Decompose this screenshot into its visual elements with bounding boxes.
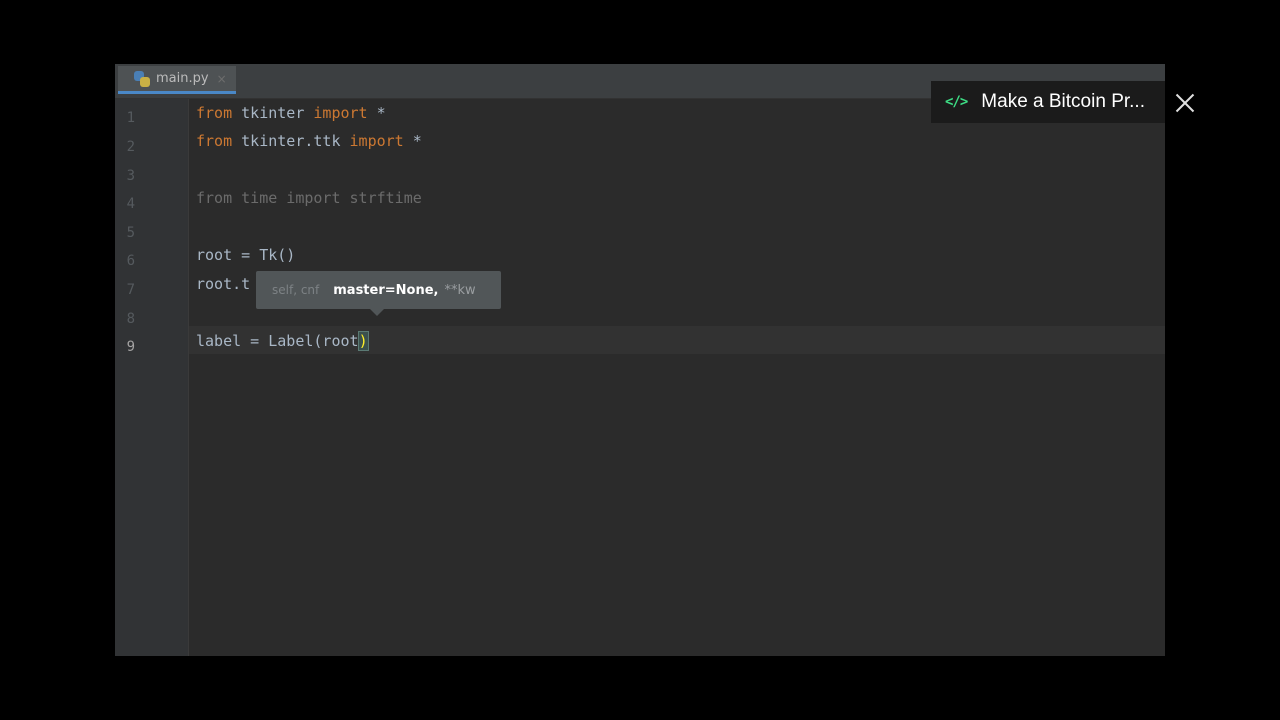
tooltip-param-dim: self, cnf (272, 283, 320, 297)
line-number: 1 (126, 110, 135, 126)
code-line-1[interactable]: from tkinter import * (196, 103, 386, 123)
tooltip-param-current: master=None, (333, 282, 439, 298)
ide-window: main.py × 1 2 3 4 5 6 7 8 9 from tkinter… (115, 64, 1165, 656)
tab-label: main.py (156, 71, 209, 86)
line-number: 6 (126, 253, 135, 269)
keyword: import (349, 132, 404, 150)
video-title-overlay[interactable]: </> Make a Bitcoin Pr... (931, 81, 1165, 123)
line-number-current: 9 (126, 339, 135, 355)
wildcard: * (403, 132, 422, 150)
keyword: import (313, 104, 368, 122)
wildcard: * (367, 104, 386, 122)
tab-close-icon[interactable]: × (217, 72, 227, 86)
python-file-icon (134, 70, 150, 87)
line-number-gutter: 1 2 3 4 5 6 7 8 9 (115, 99, 189, 656)
tooltip-arrow (370, 309, 384, 316)
close-icon[interactable] (1175, 93, 1195, 113)
tooltip-param-rest: **kw (444, 282, 476, 298)
code-icon: </> (945, 94, 968, 110)
keyword: from (196, 132, 233, 150)
keyword: from (196, 104, 233, 122)
code-line-2[interactable]: from tkinter.ttk import * (196, 131, 422, 151)
tab-main-py[interactable]: main.py × (118, 66, 236, 94)
module-name: tkinter (232, 104, 314, 122)
line-number: 7 (126, 282, 135, 298)
matched-paren: ) (357, 331, 369, 351)
code-line-4[interactable]: from time import strftime (196, 188, 422, 208)
module-name: tkinter.ttk (232, 132, 350, 150)
line-number: 3 (126, 168, 135, 184)
code-text: label = Label(root (196, 332, 359, 350)
code-line-6[interactable]: root = Tk() (196, 245, 295, 265)
code-line-9[interactable]: label = Label(root) (196, 331, 369, 351)
code-line-7[interactable]: root.t (196, 274, 250, 294)
parameter-info-tooltip: self, cnf master=None, **kw (256, 271, 501, 309)
line-number: 8 (126, 311, 135, 327)
video-title: Make a Bitcoin Pr... (981, 91, 1145, 112)
line-number: 5 (126, 225, 135, 241)
line-number: 4 (126, 196, 135, 212)
line-number: 2 (126, 139, 135, 155)
